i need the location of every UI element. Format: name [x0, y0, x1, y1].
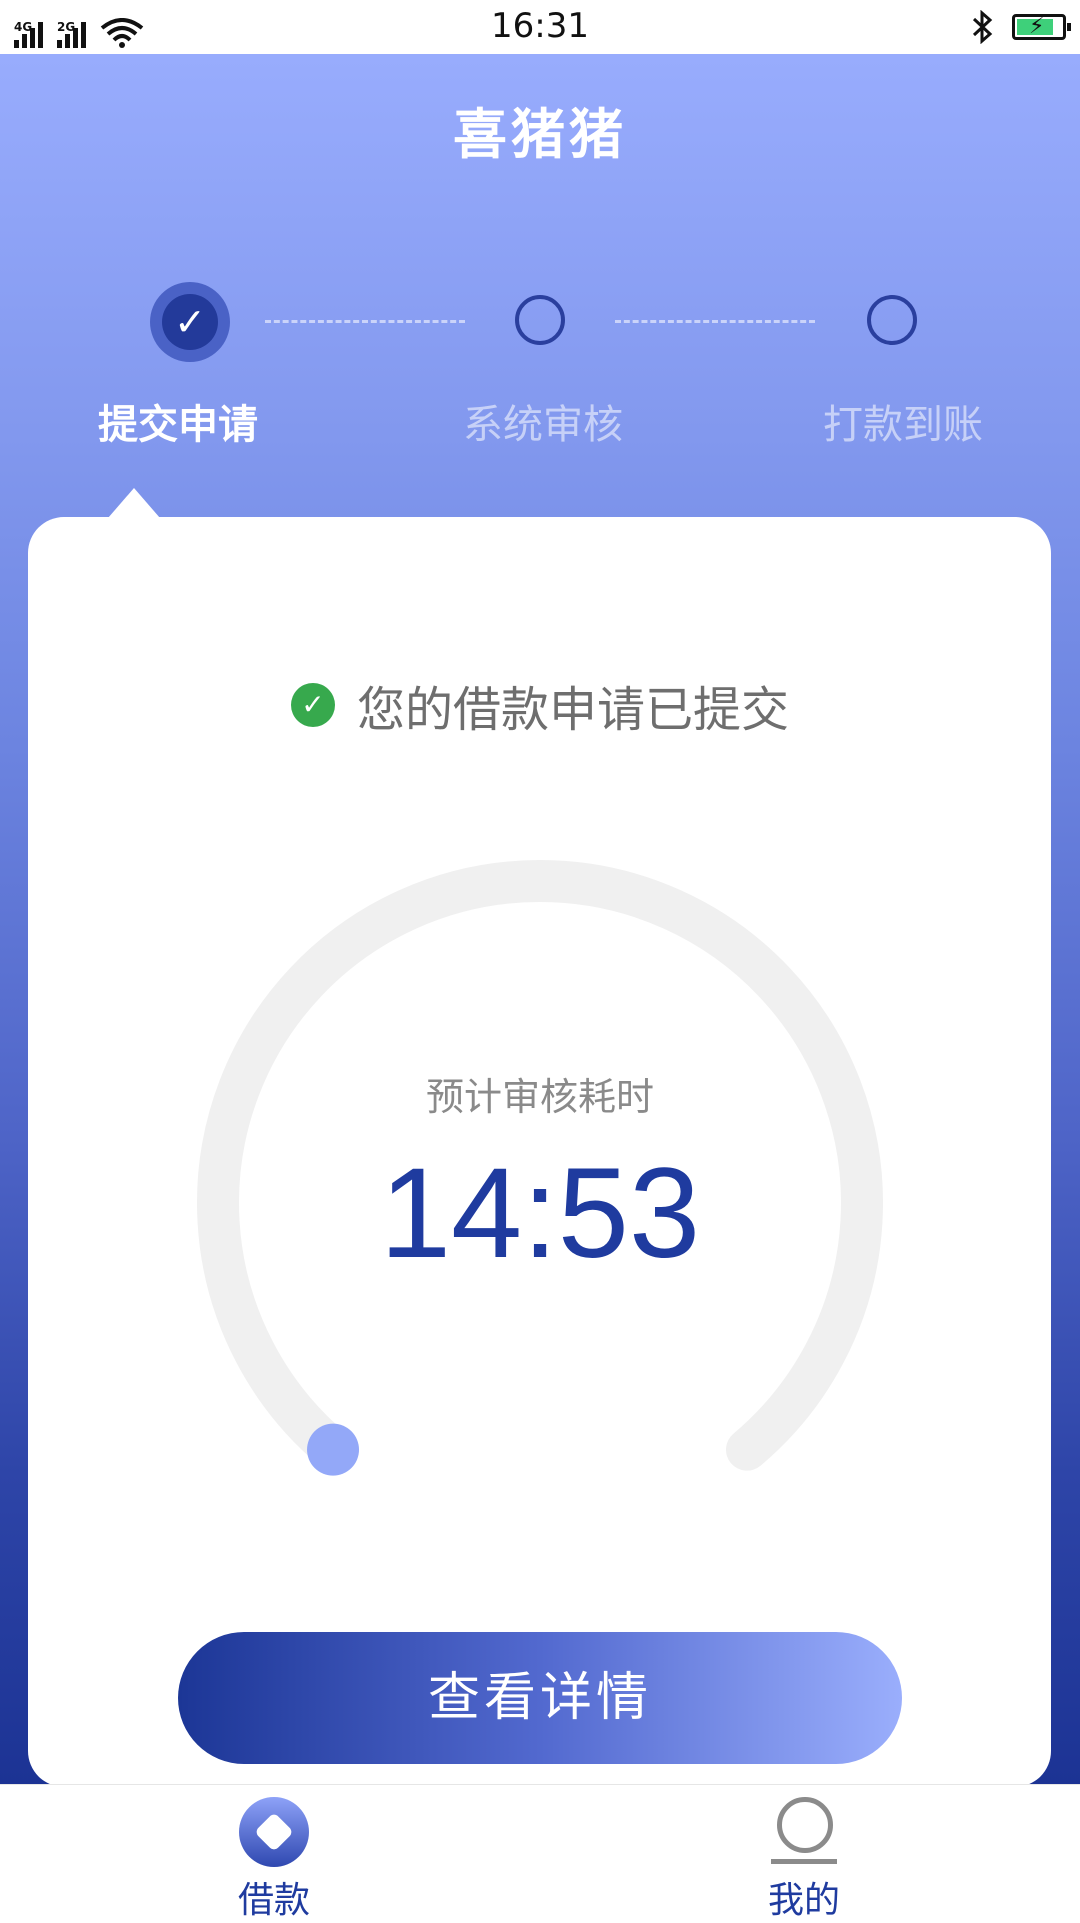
bluetooth-icon — [972, 10, 993, 44]
page-title: 喜猪猪 — [453, 103, 627, 166]
status-bar: 4G 2G 16:31 ⚡ — [0, 0, 1080, 54]
loan-diamond-icon — [239, 1797, 309, 1867]
check-icon: ✓ — [162, 294, 218, 350]
submitted-row: ✓ 您的借款申请已提交 — [0, 670, 1080, 740]
estimate-label: 预计审核耗时 — [425, 1075, 654, 1119]
view-details-button[interactable]: 查看详情 — [178, 1632, 902, 1764]
gauge-knob — [307, 1423, 360, 1476]
submitted-text: 您的借款申请已提交 — [356, 682, 789, 738]
success-check-icon: ✓ — [290, 683, 335, 727]
step-2-indicator — [515, 295, 565, 345]
step-connector-2 — [615, 320, 815, 323]
battery-charging-icon: ⚡ — [1012, 14, 1071, 40]
step-3-indicator — [867, 295, 917, 345]
step-connector-1 — [265, 320, 465, 323]
nav-item-me-label: 我的 — [767, 1880, 840, 1921]
step-1-indicator: ✓ — [150, 282, 230, 362]
status-right: ⚡ — [970, 10, 1071, 44]
countdown-timer: 14:53 — [379, 1142, 701, 1285]
card-pointer — [108, 488, 160, 518]
profile-icon — [769, 1797, 839, 1867]
nav-item-me[interactable]: 我的 — [724, 1797, 884, 1923]
nav-item-loan-label: 借款 — [237, 1880, 310, 1921]
step-1-label: 提交申请 — [98, 402, 258, 448]
status-time: 16:31 — [491, 6, 589, 46]
nav-item-loan[interactable]: 借款 — [194, 1797, 354, 1923]
step-2-label: 系统审核 — [463, 402, 623, 448]
step-3-label: 打款到账 — [823, 402, 983, 448]
bottom-nav: 借款 我的 — [0, 1784, 1080, 1921]
